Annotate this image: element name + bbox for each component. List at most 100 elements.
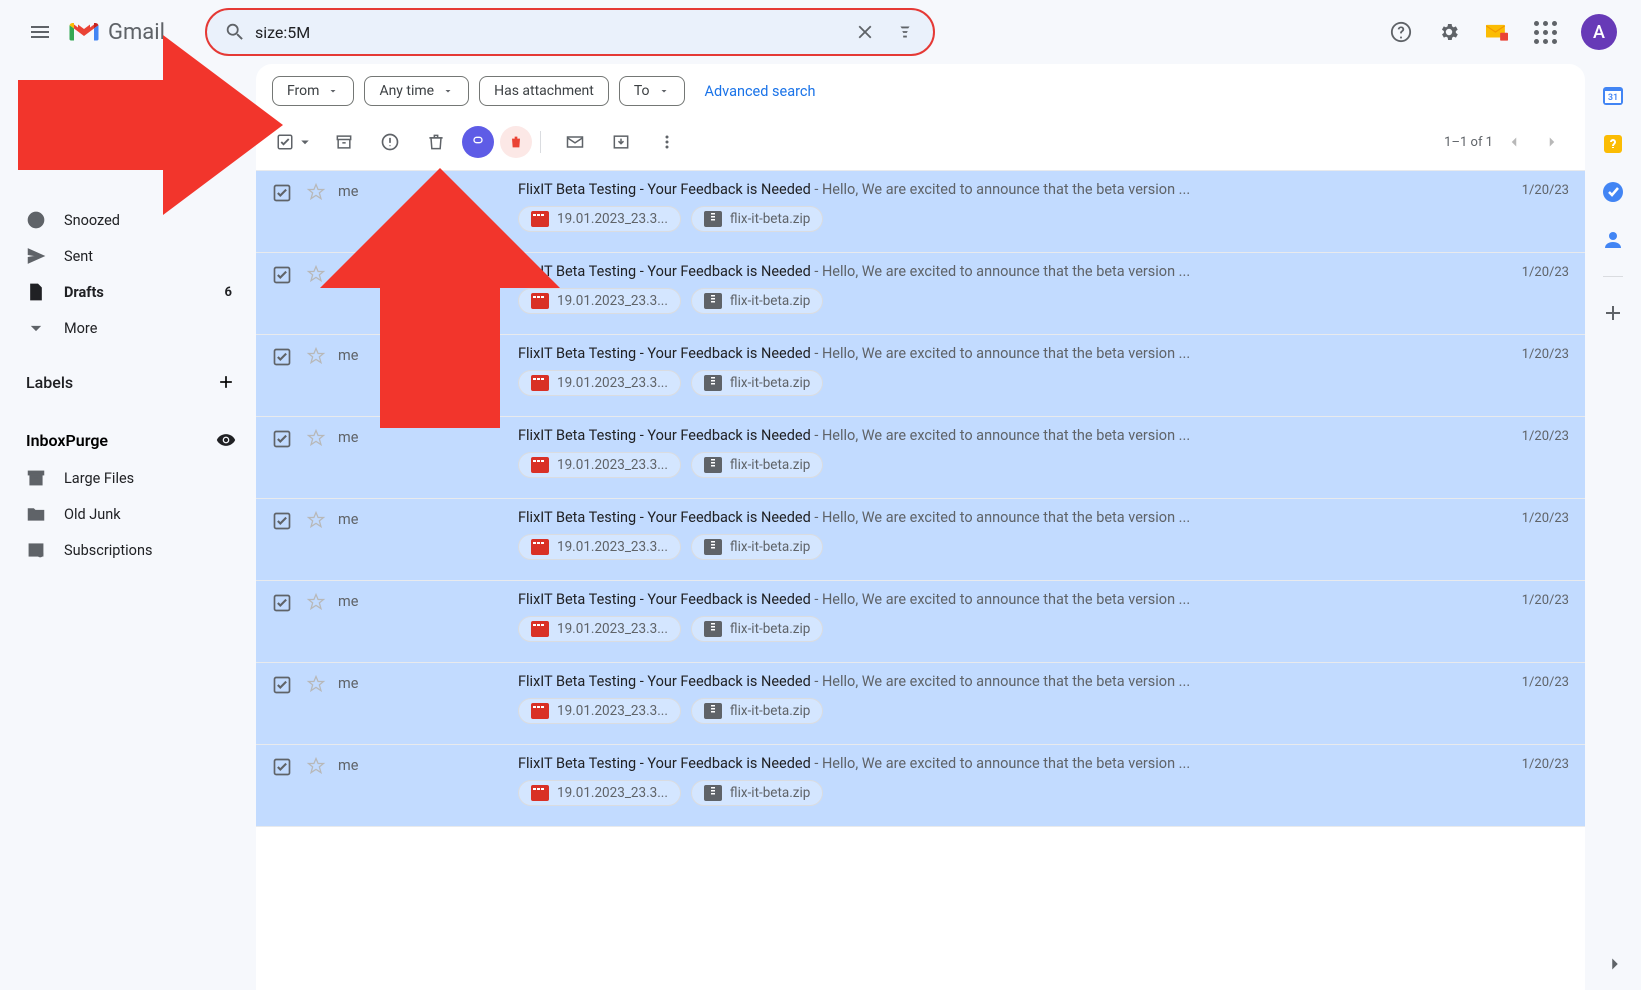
sidebar-item-subscriptions[interactable]: Subscriptions xyxy=(0,532,244,568)
gmail-logo[interactable]: Gmail xyxy=(68,20,165,45)
email-row[interactable]: me FlixIT Beta Testing - Your Feedback i… xyxy=(256,663,1585,745)
report-spam-button[interactable] xyxy=(370,122,410,162)
send-icon xyxy=(26,246,46,266)
filter-label: Has attachment xyxy=(494,83,594,99)
star-icon[interactable] xyxy=(306,264,328,286)
archive-box-icon xyxy=(26,468,46,488)
attachment-chip[interactable]: 19.01.2023_23.3... xyxy=(518,370,681,396)
email-row[interactable]: me FlixIT Beta Testing - Your Feedback i… xyxy=(256,253,1585,335)
filter-to[interactable]: To xyxy=(619,76,685,106)
attachment-chip[interactable]: 19.01.2023_23.3... xyxy=(518,534,681,560)
attachment-chip[interactable]: 19.01.2023_23.3... xyxy=(518,206,681,232)
chevron-down-icon xyxy=(296,133,314,151)
email-date: 1/20/23 xyxy=(1499,429,1569,444)
header-right: A xyxy=(1381,12,1625,52)
attachment-chip[interactable]: 19.01.2023_23.3... xyxy=(518,452,681,478)
attachment-chip[interactable]: flix-it-beta.zip xyxy=(691,288,823,314)
attachment-chip[interactable]: 19.01.2023_23.3... xyxy=(518,288,681,314)
email-row[interactable]: me FlixIT Beta Testing - Your Feedback i… xyxy=(256,171,1585,253)
star-icon[interactable] xyxy=(306,346,328,368)
email-row[interactable]: me FlixIT Beta Testing - Your Feedback i… xyxy=(256,335,1585,417)
email-date: 1/20/23 xyxy=(1499,183,1569,198)
side-panel-toggle[interactable] xyxy=(1601,950,1629,978)
prev-page-button[interactable] xyxy=(1497,125,1531,159)
next-page-button[interactable] xyxy=(1535,125,1569,159)
row-checkbox[interactable] xyxy=(272,675,292,695)
calendar-app-icon[interactable]: 31 xyxy=(1601,84,1625,108)
google-apps-icon[interactable] xyxy=(1525,12,1565,52)
mark-unread-button[interactable] xyxy=(555,122,595,162)
keep-app-icon[interactable] xyxy=(1601,132,1625,156)
sidebar-item-more[interactable]: More xyxy=(0,310,244,346)
row-checkbox[interactable] xyxy=(272,429,292,449)
email-row[interactable]: me FlixIT Beta Testing - Your Feedback i… xyxy=(256,581,1585,663)
search-icon[interactable] xyxy=(215,12,255,52)
video-icon xyxy=(531,375,549,391)
sidebar-label: Subscriptions xyxy=(64,542,152,559)
attachment-chip[interactable]: 19.01.2023_23.3... xyxy=(518,780,681,806)
row-checkbox[interactable] xyxy=(272,183,292,203)
attachment-chip[interactable]: 19.01.2023_23.3... xyxy=(518,698,681,724)
more-actions-button[interactable] xyxy=(647,122,687,162)
email-row[interactable]: me FlixIT Beta Testing - Your Feedback i… xyxy=(256,417,1585,499)
search-options-icon[interactable] xyxy=(885,12,925,52)
delete-button[interactable] xyxy=(416,122,456,162)
sidebar-label: Old Junk xyxy=(64,506,121,523)
search-input[interactable] xyxy=(255,10,845,54)
add-label-button[interactable] xyxy=(216,372,236,392)
settings-icon[interactable] xyxy=(1429,12,1469,52)
attachment-chip[interactable]: flix-it-beta.zip xyxy=(691,206,823,232)
advanced-search-link[interactable]: Advanced search xyxy=(705,83,816,100)
attachment-chip[interactable]: flix-it-beta.zip xyxy=(691,698,823,724)
filter-anytime[interactable]: Any time xyxy=(364,76,469,106)
email-subject-line: FlixIT Beta Testing - Your Feedback is N… xyxy=(518,263,1487,280)
sidebar-item-drafts[interactable]: Drafts 6 xyxy=(0,274,244,310)
main-menu-button[interactable] xyxy=(16,8,64,56)
account-avatar[interactable]: A xyxy=(1581,14,1617,50)
purge-button[interactable] xyxy=(500,126,532,158)
filter-from[interactable]: From xyxy=(272,76,354,106)
star-icon[interactable] xyxy=(306,428,328,450)
row-checkbox[interactable] xyxy=(272,347,292,367)
clear-search-icon[interactable] xyxy=(845,12,885,52)
email-row[interactable]: me FlixIT Beta Testing - Your Feedback i… xyxy=(256,745,1585,827)
attachment-chip[interactable]: 19.01.2023_23.3... xyxy=(518,616,681,642)
filter-has-attachment[interactable]: Has attachment xyxy=(479,76,609,106)
star-icon[interactable] xyxy=(306,756,328,778)
tasks-app-icon[interactable] xyxy=(1601,180,1625,204)
attachment-name: flix-it-beta.zip xyxy=(730,457,810,473)
support-icon[interactable] xyxy=(1381,12,1421,52)
attachment-chip[interactable]: flix-it-beta.zip xyxy=(691,452,823,478)
attachment-name: 19.01.2023_23.3... xyxy=(557,785,668,801)
move-to-inbox-button[interactable] xyxy=(601,122,641,162)
star-icon[interactable] xyxy=(306,674,328,696)
attachment-chip[interactable]: flix-it-beta.zip xyxy=(691,616,823,642)
star-icon[interactable] xyxy=(306,510,328,532)
eye-icon xyxy=(216,430,236,450)
row-checkbox[interactable] xyxy=(272,757,292,777)
star-icon[interactable] xyxy=(306,182,328,204)
inboxpurge-notification-icon[interactable] xyxy=(1477,12,1517,52)
archive-button[interactable] xyxy=(324,122,364,162)
sidebar-item-sent[interactable]: Sent xyxy=(0,238,244,274)
row-checkbox[interactable] xyxy=(272,265,292,285)
inboxpurge-section[interactable]: InboxPurge xyxy=(0,420,256,460)
sidebar-item-snoozed[interactable]: Snoozed xyxy=(0,202,244,238)
attachment-chip[interactable]: flix-it-beta.zip xyxy=(691,534,823,560)
row-checkbox[interactable] xyxy=(272,511,292,531)
star-icon[interactable] xyxy=(306,592,328,614)
sidebar-item-large-files[interactable]: Large Files xyxy=(0,460,244,496)
select-all-checkbox[interactable] xyxy=(272,129,318,155)
add-app-icon[interactable] xyxy=(1601,301,1625,325)
email-row[interactable]: me FlixIT Beta Testing - Your Feedback i… xyxy=(256,499,1585,581)
labels-section: Labels xyxy=(0,362,256,402)
unsubscribe-button[interactable] xyxy=(462,126,494,158)
contacts-app-icon[interactable] xyxy=(1601,228,1625,252)
attachment-chip[interactable]: flix-it-beta.zip xyxy=(691,780,823,806)
attachment-chip[interactable]: flix-it-beta.zip xyxy=(691,370,823,396)
sidebar-label: Large Files xyxy=(64,470,134,487)
row-checkbox[interactable] xyxy=(272,593,292,613)
email-subject-line: FlixIT Beta Testing - Your Feedback is N… xyxy=(518,181,1487,198)
sidebar-item-old-junk[interactable]: Old Junk xyxy=(0,496,244,532)
attachment-name: flix-it-beta.zip xyxy=(730,293,810,309)
